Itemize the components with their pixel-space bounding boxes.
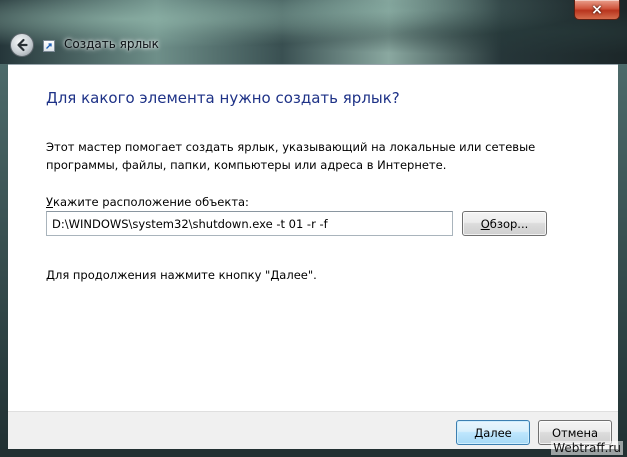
browse-label: бзор... <box>489 216 529 231</box>
close-button[interactable]: × <box>574 0 620 20</box>
wizard-heading: Для какого элемента нужно создать ярлык? <box>46 89 400 107</box>
window-title: Создать ярлык <box>64 37 159 51</box>
back-arrow-icon <box>17 38 28 52</box>
window-frame-right <box>618 64 627 457</box>
location-input[interactable] <box>46 211 453 236</box>
title-bar: × Создать ярлык <box>0 0 627 64</box>
browse-accelerator: О <box>480 216 490 231</box>
wizard-footer: Далее Отмена <box>8 411 618 449</box>
location-label-accelerator: У <box>46 195 54 209</box>
shortcut-icon <box>43 40 55 52</box>
browse-button[interactable]: Обзор... <box>462 211 547 236</box>
continue-hint: Для продолжения нажмите кнопку "Далее". <box>46 268 317 282</box>
wizard-description: Этот мастер помогает создать ярлык, указ… <box>46 140 536 172</box>
back-button[interactable] <box>10 33 34 57</box>
location-label-text: кажите расположение объекта: <box>53 195 249 209</box>
next-label: алее <box>483 425 512 440</box>
watermark: Webtraff.ru <box>551 441 623 455</box>
cancel-label: Отмена <box>551 425 599 440</box>
next-button[interactable]: Далее <box>456 420 530 445</box>
wizard-content: Для какого элемента нужно создать ярлык?… <box>8 64 618 411</box>
next-accelerator: Д <box>474 425 484 440</box>
location-label: Укажите расположение объекта: <box>46 195 249 209</box>
close-icon: × <box>591 1 603 18</box>
window-frame-bottom <box>0 449 627 457</box>
window-frame-left <box>0 64 8 457</box>
